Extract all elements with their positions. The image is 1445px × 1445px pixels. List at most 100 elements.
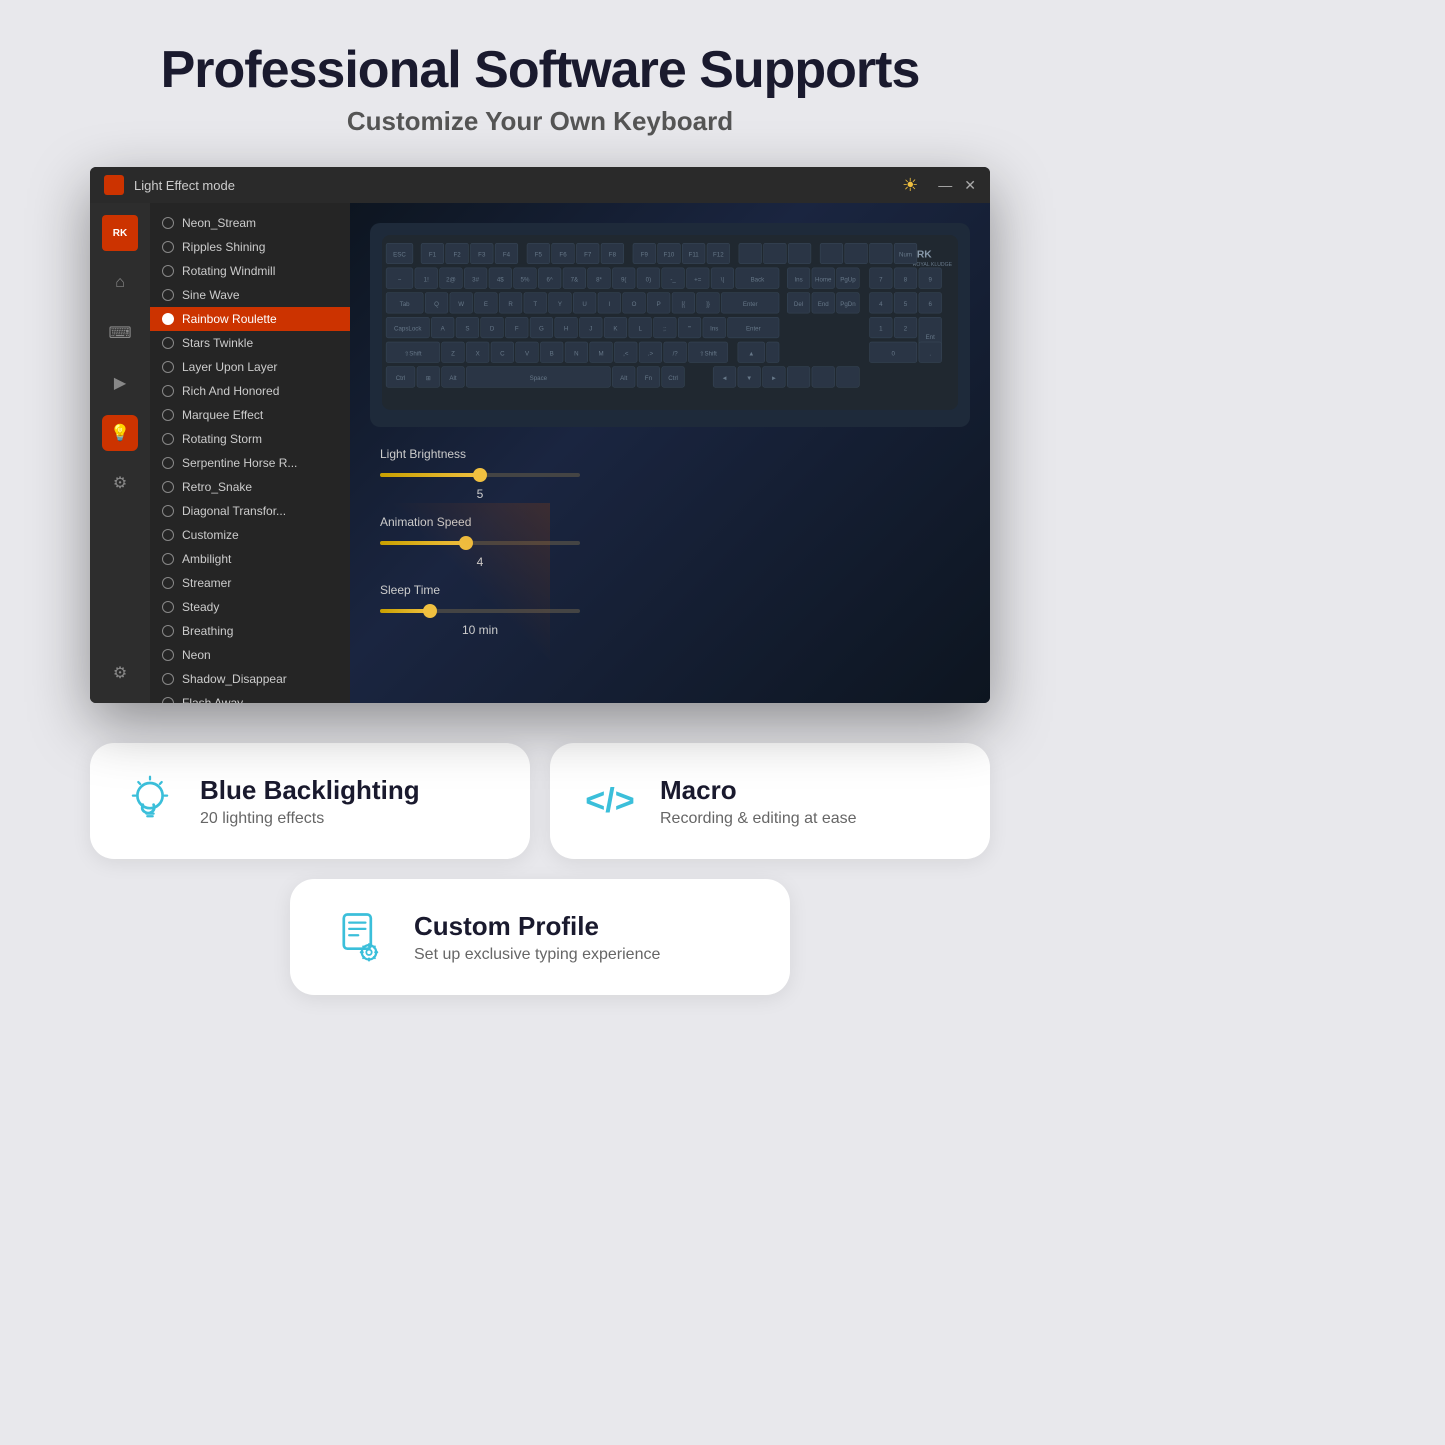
effect-radio xyxy=(162,481,174,493)
sidebar-narrow: RK ⌂ ⌨ ▶ 💡 ⚙ ⚙ xyxy=(90,203,150,703)
sleep-track xyxy=(380,609,580,613)
svg-text:\|: \| xyxy=(721,276,725,283)
effect-marquee[interactable]: Marquee Effect xyxy=(150,403,350,427)
svg-text:CapsLock: CapsLock xyxy=(394,326,422,333)
effect-flash-away[interactable]: Flash Away xyxy=(150,691,350,703)
svg-text:6^: 6^ xyxy=(547,276,553,283)
title-bar: Light Effect mode ☀ — ✕ xyxy=(90,167,990,203)
macro-desc: Recording & editing at ease xyxy=(660,810,857,828)
backlighting-desc: 20 lighting effects xyxy=(200,810,420,828)
svg-text:Ins: Ins xyxy=(710,326,718,333)
brightness-thumb[interactable] xyxy=(473,468,487,482)
svg-text:F9: F9 xyxy=(641,252,649,259)
effect-radio xyxy=(162,697,174,703)
window-title: Light Effect mode xyxy=(134,178,892,193)
keyboard-svg: RK ROYAL KLUDGE xyxy=(382,235,958,410)
effect-label: Streamer xyxy=(182,576,231,590)
speed-slider-container xyxy=(380,533,960,553)
svg-text:9(: 9( xyxy=(621,276,627,283)
sidebar-home-icon[interactable]: ⌂ xyxy=(102,265,138,301)
effect-label: Steady xyxy=(182,600,219,614)
effect-label: Shadow_Disappear xyxy=(182,672,287,686)
effect-shadow-disappear[interactable]: Shadow_Disappear xyxy=(150,667,350,691)
sleep-slider-container xyxy=(380,601,960,621)
sidebar-keyboard-icon[interactable]: ⌨ xyxy=(102,315,138,351)
svg-text:-_: -_ xyxy=(670,276,676,283)
sidebar-media-icon[interactable]: ▶ xyxy=(102,365,138,401)
effect-label: Flash Away xyxy=(182,696,243,703)
effect-ripples-shining[interactable]: Ripples Shining xyxy=(150,235,350,259)
effect-ambilight[interactable]: Ambilight xyxy=(150,547,350,571)
effect-radio xyxy=(162,217,174,229)
effect-label: Sine Wave xyxy=(182,288,240,302)
svg-text:</>: </> xyxy=(585,782,634,820)
svg-text:F1: F1 xyxy=(429,252,437,259)
effect-breathing[interactable]: Breathing xyxy=(150,619,350,643)
svg-text:8: 8 xyxy=(904,276,908,283)
svg-text:RK: RK xyxy=(917,250,932,261)
effect-rich-and-honored[interactable]: Rich And Honored xyxy=(150,379,350,403)
effect-radio xyxy=(162,649,174,661)
svg-text:5%: 5% xyxy=(521,276,530,283)
close-button[interactable]: ✕ xyxy=(964,177,976,194)
effect-serpentine[interactable]: Serpentine Horse R... xyxy=(150,451,350,475)
svg-text:E: E xyxy=(484,301,488,308)
svg-text:.>: .> xyxy=(648,350,654,357)
minimize-button[interactable]: — xyxy=(938,177,952,194)
speed-fill xyxy=(380,541,466,545)
sidebar-bottom-settings-icon[interactable]: ⚙ xyxy=(102,655,138,691)
effect-stars-twinkle[interactable]: Stars Twinkle xyxy=(150,331,350,355)
brightness-label: Light Brightness xyxy=(380,447,960,461)
effect-rainbow-roulette[interactable]: Rainbow Roulette xyxy=(150,307,350,331)
effect-label: Marquee Effect xyxy=(182,408,263,422)
controls-area: Light Brightness 5 Animation Speed xyxy=(370,447,970,637)
svg-text:Home: Home xyxy=(815,276,832,283)
sidebar-settings-icon[interactable]: ⚙ xyxy=(102,465,138,501)
effect-rotating-windmill[interactable]: Rotating Windmill xyxy=(150,259,350,283)
sleep-thumb[interactable] xyxy=(423,604,437,618)
speed-thumb[interactable] xyxy=(459,536,473,550)
window-controls: — ✕ xyxy=(938,177,976,194)
effect-sine-wave[interactable]: Sine Wave xyxy=(150,283,350,307)
svg-text:U: U xyxy=(582,301,586,308)
effect-diagonal[interactable]: Diagonal Transfor... xyxy=(150,499,350,523)
effect-layer-upon-layer[interactable]: Layer Upon Layer xyxy=(150,355,350,379)
effect-label: Ambilight xyxy=(182,552,231,566)
svg-text:F11: F11 xyxy=(689,252,700,259)
brightness-track xyxy=(380,473,580,477)
svg-text:I: I xyxy=(608,301,610,308)
effect-label: Serpentine Horse R... xyxy=(182,456,297,470)
svg-text:Enter: Enter xyxy=(743,301,758,308)
svg-text:[{: [{ xyxy=(681,301,685,308)
svg-text:F6: F6 xyxy=(559,252,567,259)
svg-text:F5: F5 xyxy=(535,252,543,259)
svg-text:+=: += xyxy=(694,276,702,283)
effect-label: Layer Upon Layer xyxy=(182,360,277,374)
sidebar-light-icon[interactable]: 💡 xyxy=(102,415,138,451)
svg-text:9: 9 xyxy=(928,276,932,283)
effect-neon[interactable]: Neon xyxy=(150,643,350,667)
svg-text:3#: 3# xyxy=(472,276,479,283)
effect-label: Customize xyxy=(182,528,239,542)
effect-label: Neon xyxy=(182,648,211,662)
effect-retro-snake[interactable]: Retro_Snake xyxy=(150,475,350,499)
feature-cards-row1: Blue Backlighting 20 lighting effects </… xyxy=(90,743,990,859)
keyboard-container: RK ROYAL KLUDGE xyxy=(370,223,970,427)
effect-radio xyxy=(162,289,174,301)
effect-radio xyxy=(162,673,174,685)
brightness-value: 5 xyxy=(380,487,580,501)
svg-text:Fn: Fn xyxy=(645,375,653,382)
effect-customize[interactable]: Customize xyxy=(150,523,350,547)
svg-text:7&: 7& xyxy=(571,276,579,283)
effect-rotating-storm[interactable]: Rotating Storm xyxy=(150,427,350,451)
svg-text:PgUp: PgUp xyxy=(840,276,856,283)
effect-radio xyxy=(162,529,174,541)
effect-radio xyxy=(162,625,174,637)
macro-icon: </> xyxy=(580,771,640,831)
svg-text:Del: Del xyxy=(794,301,803,308)
effect-streamer[interactable]: Streamer xyxy=(150,571,350,595)
svg-text:⇧Shift: ⇧Shift xyxy=(404,350,422,357)
effect-label: Neon_Stream xyxy=(182,216,256,230)
effect-steady[interactable]: Steady xyxy=(150,595,350,619)
effect-neon-stream[interactable]: Neon_Stream xyxy=(150,211,350,235)
